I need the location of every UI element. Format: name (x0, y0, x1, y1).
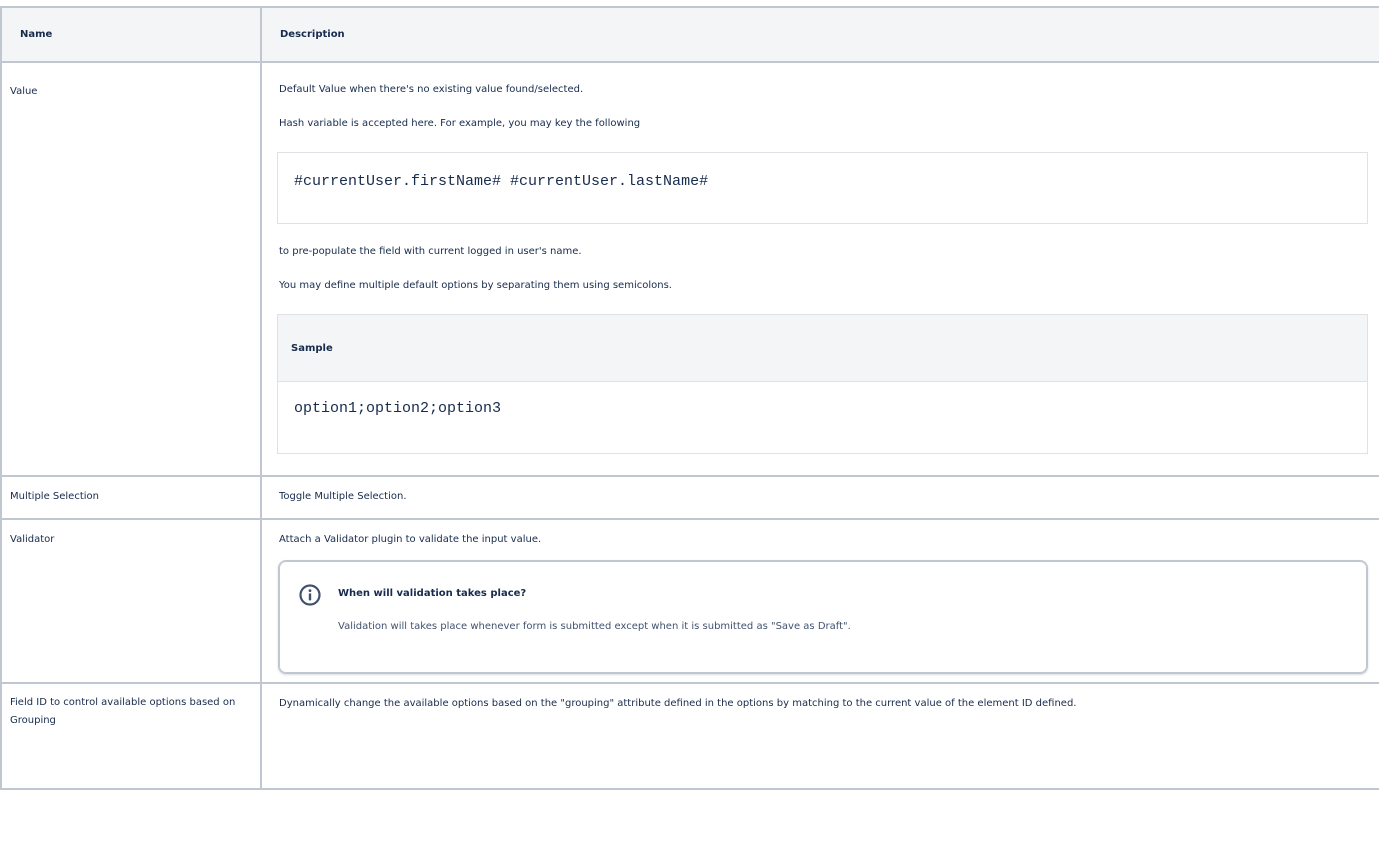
description-cell: Attach a Validator plugin to validate th… (260, 518, 1379, 684)
table-row: Validator Attach a Validator plugin to v… (0, 518, 1379, 684)
description-text: Default Value when there's no existing v… (279, 84, 584, 95)
table-row: Value Default Value when there's no exis… (0, 61, 1379, 477)
description-text: Attach a Validator plugin to validate th… (279, 534, 542, 545)
description-text: Toggle Multiple Selection. (279, 491, 407, 502)
description-text: Dynamically change the available options… (279, 698, 1077, 709)
code-text: #currentUser.firstName# #currentUser.las… (294, 173, 709, 190)
description-content: Dynamically change the available options… (262, 684, 1379, 711)
description-content: Default Value when there's no existing v… (262, 63, 1379, 454)
sample-code-text: option1;option2;option3 (294, 400, 502, 417)
code-block: #currentUser.firstName# #currentUser.las… (277, 152, 1368, 224)
description-text: Hash variable is accepted here. For exam… (279, 118, 641, 129)
description-content: Attach a Validator plugin to validate th… (262, 520, 1379, 674)
description-cell: Toggle Multiple Selection. (260, 475, 1379, 520)
description-cell: Default Value when there's no existing v… (260, 61, 1379, 477)
description-text: to pre-populate the field with current l… (279, 246, 582, 257)
info-panel-body: Validation will takes place whenever for… (338, 621, 851, 632)
row-name-value: Value (10, 86, 38, 97)
name-cell: Multiple Selection (0, 475, 262, 520)
name-cell: Field ID to control available options ba… (0, 682, 262, 790)
description-content: Toggle Multiple Selection. (262, 477, 1379, 504)
sample-code-block: Sample option1;option2;option3 (277, 314, 1368, 454)
header-name-label: Name (20, 29, 53, 40)
header-description-label: Description (280, 29, 345, 40)
row-name-field-id: Field ID to control available options ba… (10, 697, 236, 726)
table-header-row: Name Description (0, 6, 1379, 63)
row-name-validator: Validator (10, 534, 55, 545)
name-cell: Value (0, 61, 262, 477)
page: Name Description Value Default Value whe… (0, 0, 1379, 844)
sample-title: Sample (278, 315, 1367, 382)
header-description: Description (260, 6, 1379, 63)
info-icon (299, 584, 321, 606)
description-cell: Dynamically change the available options… (260, 682, 1379, 790)
info-panel: When will validation takes place? Valida… (278, 560, 1368, 674)
description-text: You may define multiple default options … (279, 280, 672, 291)
table-row: Multiple Selection Toggle Multiple Selec… (0, 475, 1379, 520)
header-name: Name (0, 6, 262, 63)
properties-table: Name Description Value Default Value whe… (0, 6, 1379, 790)
row-name-multiple-selection: Multiple Selection (10, 491, 99, 502)
name-cell: Validator (0, 518, 262, 684)
table-row: Field ID to control available options ba… (0, 682, 1379, 790)
info-panel-title: When will validation takes place? (338, 588, 527, 599)
